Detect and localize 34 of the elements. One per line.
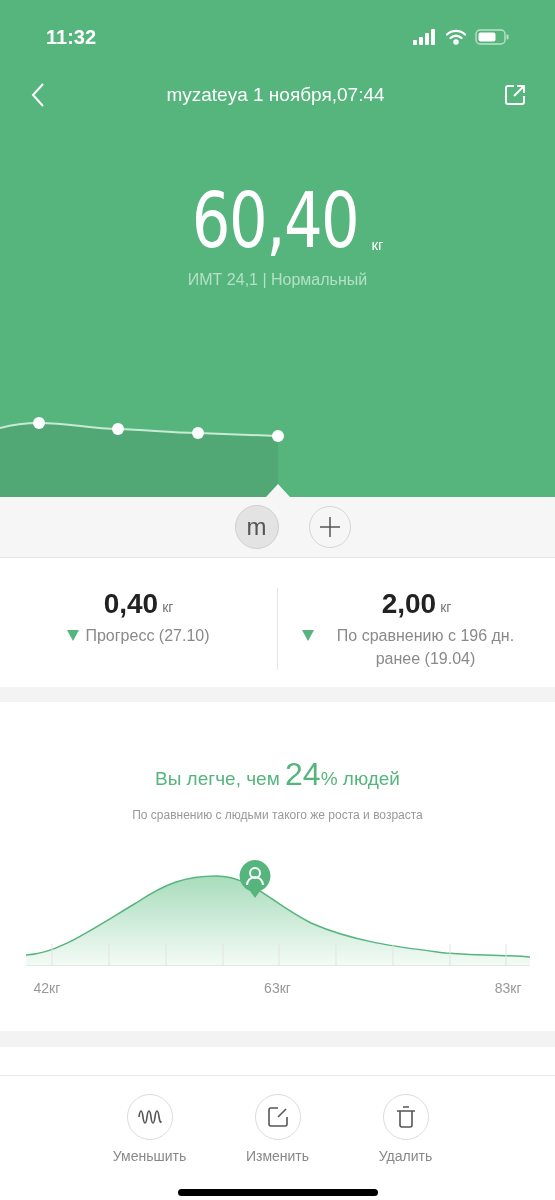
axis-label: 83кг <box>494 979 522 998</box>
stat-unit: кг <box>440 598 452 617</box>
stat-value: 0,40 <box>103 588 159 620</box>
trend-point[interactable] <box>272 430 284 442</box>
wave-icon <box>137 1107 162 1127</box>
bmi-text: ИМТ 24,1 | Нормальный <box>186 270 369 290</box>
stat-unit: кг <box>162 598 174 617</box>
axis-label: 42кг <box>33 979 61 998</box>
action-button[interactable]: Уменьшить <box>105 1094 194 1167</box>
down-triangle-icon <box>67 630 80 641</box>
stat-value: 2,00 <box>381 588 437 620</box>
stat-caption: Прогресс (27.10) <box>85 626 210 646</box>
plus-icon <box>318 516 341 538</box>
stat-caption: По сравнению с 196 дн. ранее (19.04) <box>335 626 516 669</box>
user-marker-icon <box>238 860 271 898</box>
signal-icon <box>413 29 437 45</box>
trend-point[interactable] <box>112 423 124 435</box>
weight-unit: кг <box>371 234 384 255</box>
trend-point[interactable] <box>33 417 45 429</box>
profile-avatar[interactable]: m <box>234 505 279 549</box>
status-time: 11:32 <box>46 25 97 50</box>
trend-point[interactable] <box>192 427 204 439</box>
comparison-headline: Вы легче, чем 24% людей <box>155 755 400 794</box>
comparison-subtitle: По сравнению с людьми такого же роста и возраста <box>132 807 423 824</box>
axis-label: 63кг <box>264 979 291 998</box>
action-button[interactable]: Изменить <box>233 1094 322 1167</box>
action-button[interactable]: Удалить <box>361 1094 450 1167</box>
trash-icon <box>395 1106 416 1128</box>
header-title: myzateya 1 ноября,07:44 <box>166 82 385 107</box>
down-triangle-icon <box>301 630 314 641</box>
weight-value: 60,40 <box>192 182 359 260</box>
wifi-icon <box>445 29 467 45</box>
battery-icon <box>475 29 509 45</box>
edit-icon <box>266 1106 289 1128</box>
